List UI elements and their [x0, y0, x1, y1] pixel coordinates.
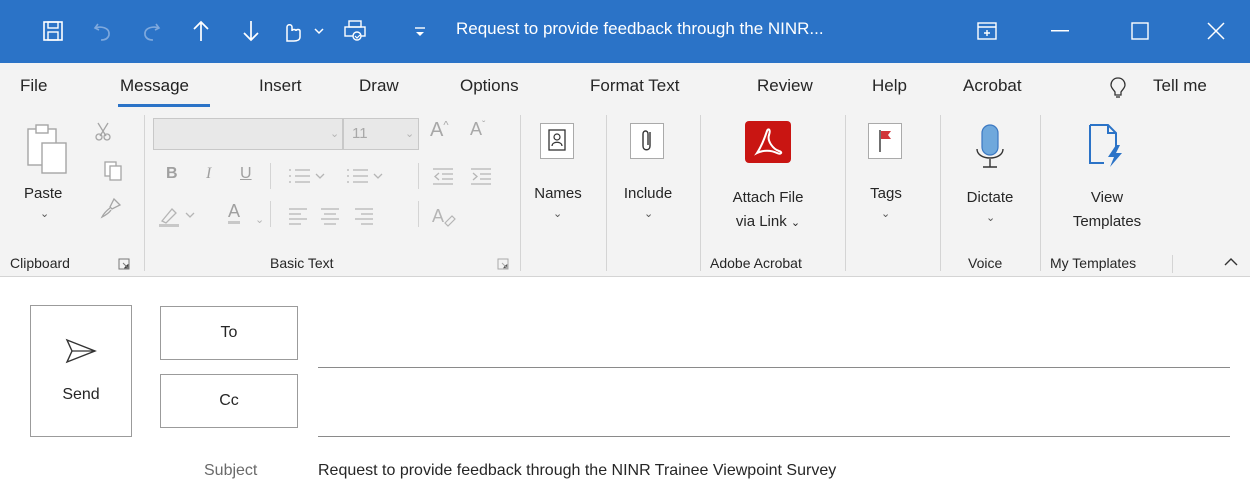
underline-button[interactable]: U [240, 165, 252, 183]
tab-draw[interactable]: Draw [359, 76, 399, 96]
collapse-ribbon-icon[interactable] [1224, 257, 1238, 267]
view-templates-icon[interactable] [1086, 123, 1126, 169]
attach-dropdown-icon[interactable]: ⌄ [791, 217, 800, 229]
tags-button[interactable]: Tags [858, 183, 914, 205]
attach-file-line2[interactable]: via Link ⌄ [718, 211, 818, 234]
font-color-button[interactable]: A [228, 201, 241, 224]
svg-text:A: A [432, 206, 444, 226]
group-voice: Voice [968, 255, 1003, 271]
microphone-icon[interactable] [974, 123, 1006, 171]
tab-message[interactable]: Message [120, 76, 189, 96]
font-name-combo[interactable] [153, 118, 343, 150]
tab-file[interactable]: File [20, 76, 47, 96]
include-dropdown-icon[interactable]: ⌄ [644, 207, 653, 220]
dictate-dropdown-icon[interactable]: ⌄ [986, 211, 995, 224]
paste-button[interactable]: Paste [24, 183, 62, 205]
close-icon[interactable] [1196, 16, 1236, 46]
address-book-icon[interactable] [540, 123, 574, 159]
font-name-dropdown-icon[interactable]: ⌄ [330, 127, 339, 140]
customize-icon[interactable] [408, 16, 432, 46]
tell-me-search[interactable]: Tell me [1153, 76, 1207, 96]
tab-insert[interactable]: Insert [259, 76, 302, 96]
group-my-templates: My Templates [1050, 255, 1137, 271]
print-preview-icon[interactable] [340, 16, 370, 46]
paste-icon[interactable] [24, 123, 68, 177]
menu-bar: File Message Insert Draw Options Format … [0, 63, 1250, 109]
copy-icon[interactable] [104, 161, 122, 181]
subject-input[interactable]: Request to provide feedback through the … [318, 462, 836, 480]
align-right-icon[interactable] [354, 207, 374, 225]
italic-button[interactable]: I [206, 165, 211, 183]
grow-font-icon[interactable]: A^ [430, 119, 449, 142]
attach-file-line2-text: via Link [735, 213, 787, 230]
tab-help[interactable]: Help [872, 76, 907, 96]
send-button[interactable]: Send [30, 305, 132, 437]
tags-dropdown-icon[interactable]: ⌄ [881, 207, 890, 220]
window-title: Request to provide feedback through the … [456, 19, 824, 38]
acrobat-icon[interactable] [745, 121, 791, 163]
undo-icon[interactable] [88, 16, 118, 46]
clear-formatting-icon[interactable]: A [432, 205, 456, 227]
highlight-icon[interactable] [158, 203, 198, 227]
subject-label: Subject [204, 462, 258, 479]
paperclip-icon[interactable] [630, 123, 664, 159]
bold-button[interactable]: B [166, 165, 178, 183]
group-clipboard: Clipboard [10, 255, 70, 271]
attach-file-button[interactable]: Attach File [718, 187, 818, 209]
increase-indent-icon[interactable] [470, 167, 492, 185]
align-center-icon[interactable] [320, 207, 340, 225]
names-button[interactable]: Names [530, 183, 586, 205]
active-tab-indicator [118, 104, 210, 107]
tab-review[interactable]: Review [757, 76, 813, 96]
names-dropdown-icon[interactable]: ⌄ [553, 207, 562, 220]
font-size-dropdown-icon[interactable]: ⌄ [405, 127, 414, 140]
clipboard-launcher-icon[interactable] [118, 258, 130, 270]
tab-options[interactable]: Options [460, 76, 519, 96]
view-templates-button[interactable]: View [1052, 187, 1162, 209]
tab-acrobat[interactable]: Acrobat [963, 76, 1022, 96]
include-button[interactable]: Include [618, 183, 678, 205]
cc-button[interactable]: Cc [160, 374, 298, 428]
basic-text-launcher-icon[interactable] [497, 258, 509, 270]
arrow-down-icon[interactable] [236, 16, 266, 46]
flag-icon[interactable] [868, 123, 902, 159]
font-color-dropdown-icon[interactable]: ⌄ [255, 213, 264, 226]
format-painter-icon[interactable] [100, 197, 122, 219]
save-icon[interactable] [38, 16, 68, 46]
send-label: Send [62, 386, 100, 403]
to-button[interactable]: To [160, 306, 298, 360]
arrow-up-icon[interactable] [186, 16, 216, 46]
ribbon: Paste ⌄ Clipboard ⌄ 11 ⌄ A^ Aˇ B I U A ⌄ [0, 109, 1250, 277]
group-adobe-acrobat: Adobe Acrobat [710, 255, 802, 271]
group-basic-text: Basic Text [270, 255, 334, 271]
minimize-icon[interactable] [1040, 16, 1080, 46]
shrink-font-icon[interactable]: Aˇ [470, 119, 485, 140]
maximize-icon[interactable] [1120, 16, 1160, 46]
to-field[interactable] [318, 367, 1230, 368]
dictate-button[interactable]: Dictate [955, 187, 1025, 209]
touch-mode-icon[interactable] [280, 16, 330, 46]
bullets-icon[interactable] [288, 167, 328, 185]
title-bar: Request to provide feedback through the … [0, 0, 1250, 63]
send-icon [65, 338, 97, 364]
decrease-indent-icon[interactable] [432, 167, 454, 185]
view-templates-line2[interactable]: Templates [1052, 211, 1162, 233]
cc-field[interactable] [318, 436, 1230, 437]
paste-dropdown-icon[interactable]: ⌄ [40, 207, 49, 220]
tab-format-text[interactable]: Format Text [590, 76, 679, 96]
lightbulb-icon[interactable] [1110, 77, 1126, 99]
cut-icon[interactable] [94, 121, 112, 141]
redo-icon[interactable] [136, 16, 166, 46]
ribbon-display-icon[interactable] [972, 16, 1002, 46]
numbering-icon[interactable] [346, 167, 386, 185]
align-left-icon[interactable] [288, 207, 308, 225]
